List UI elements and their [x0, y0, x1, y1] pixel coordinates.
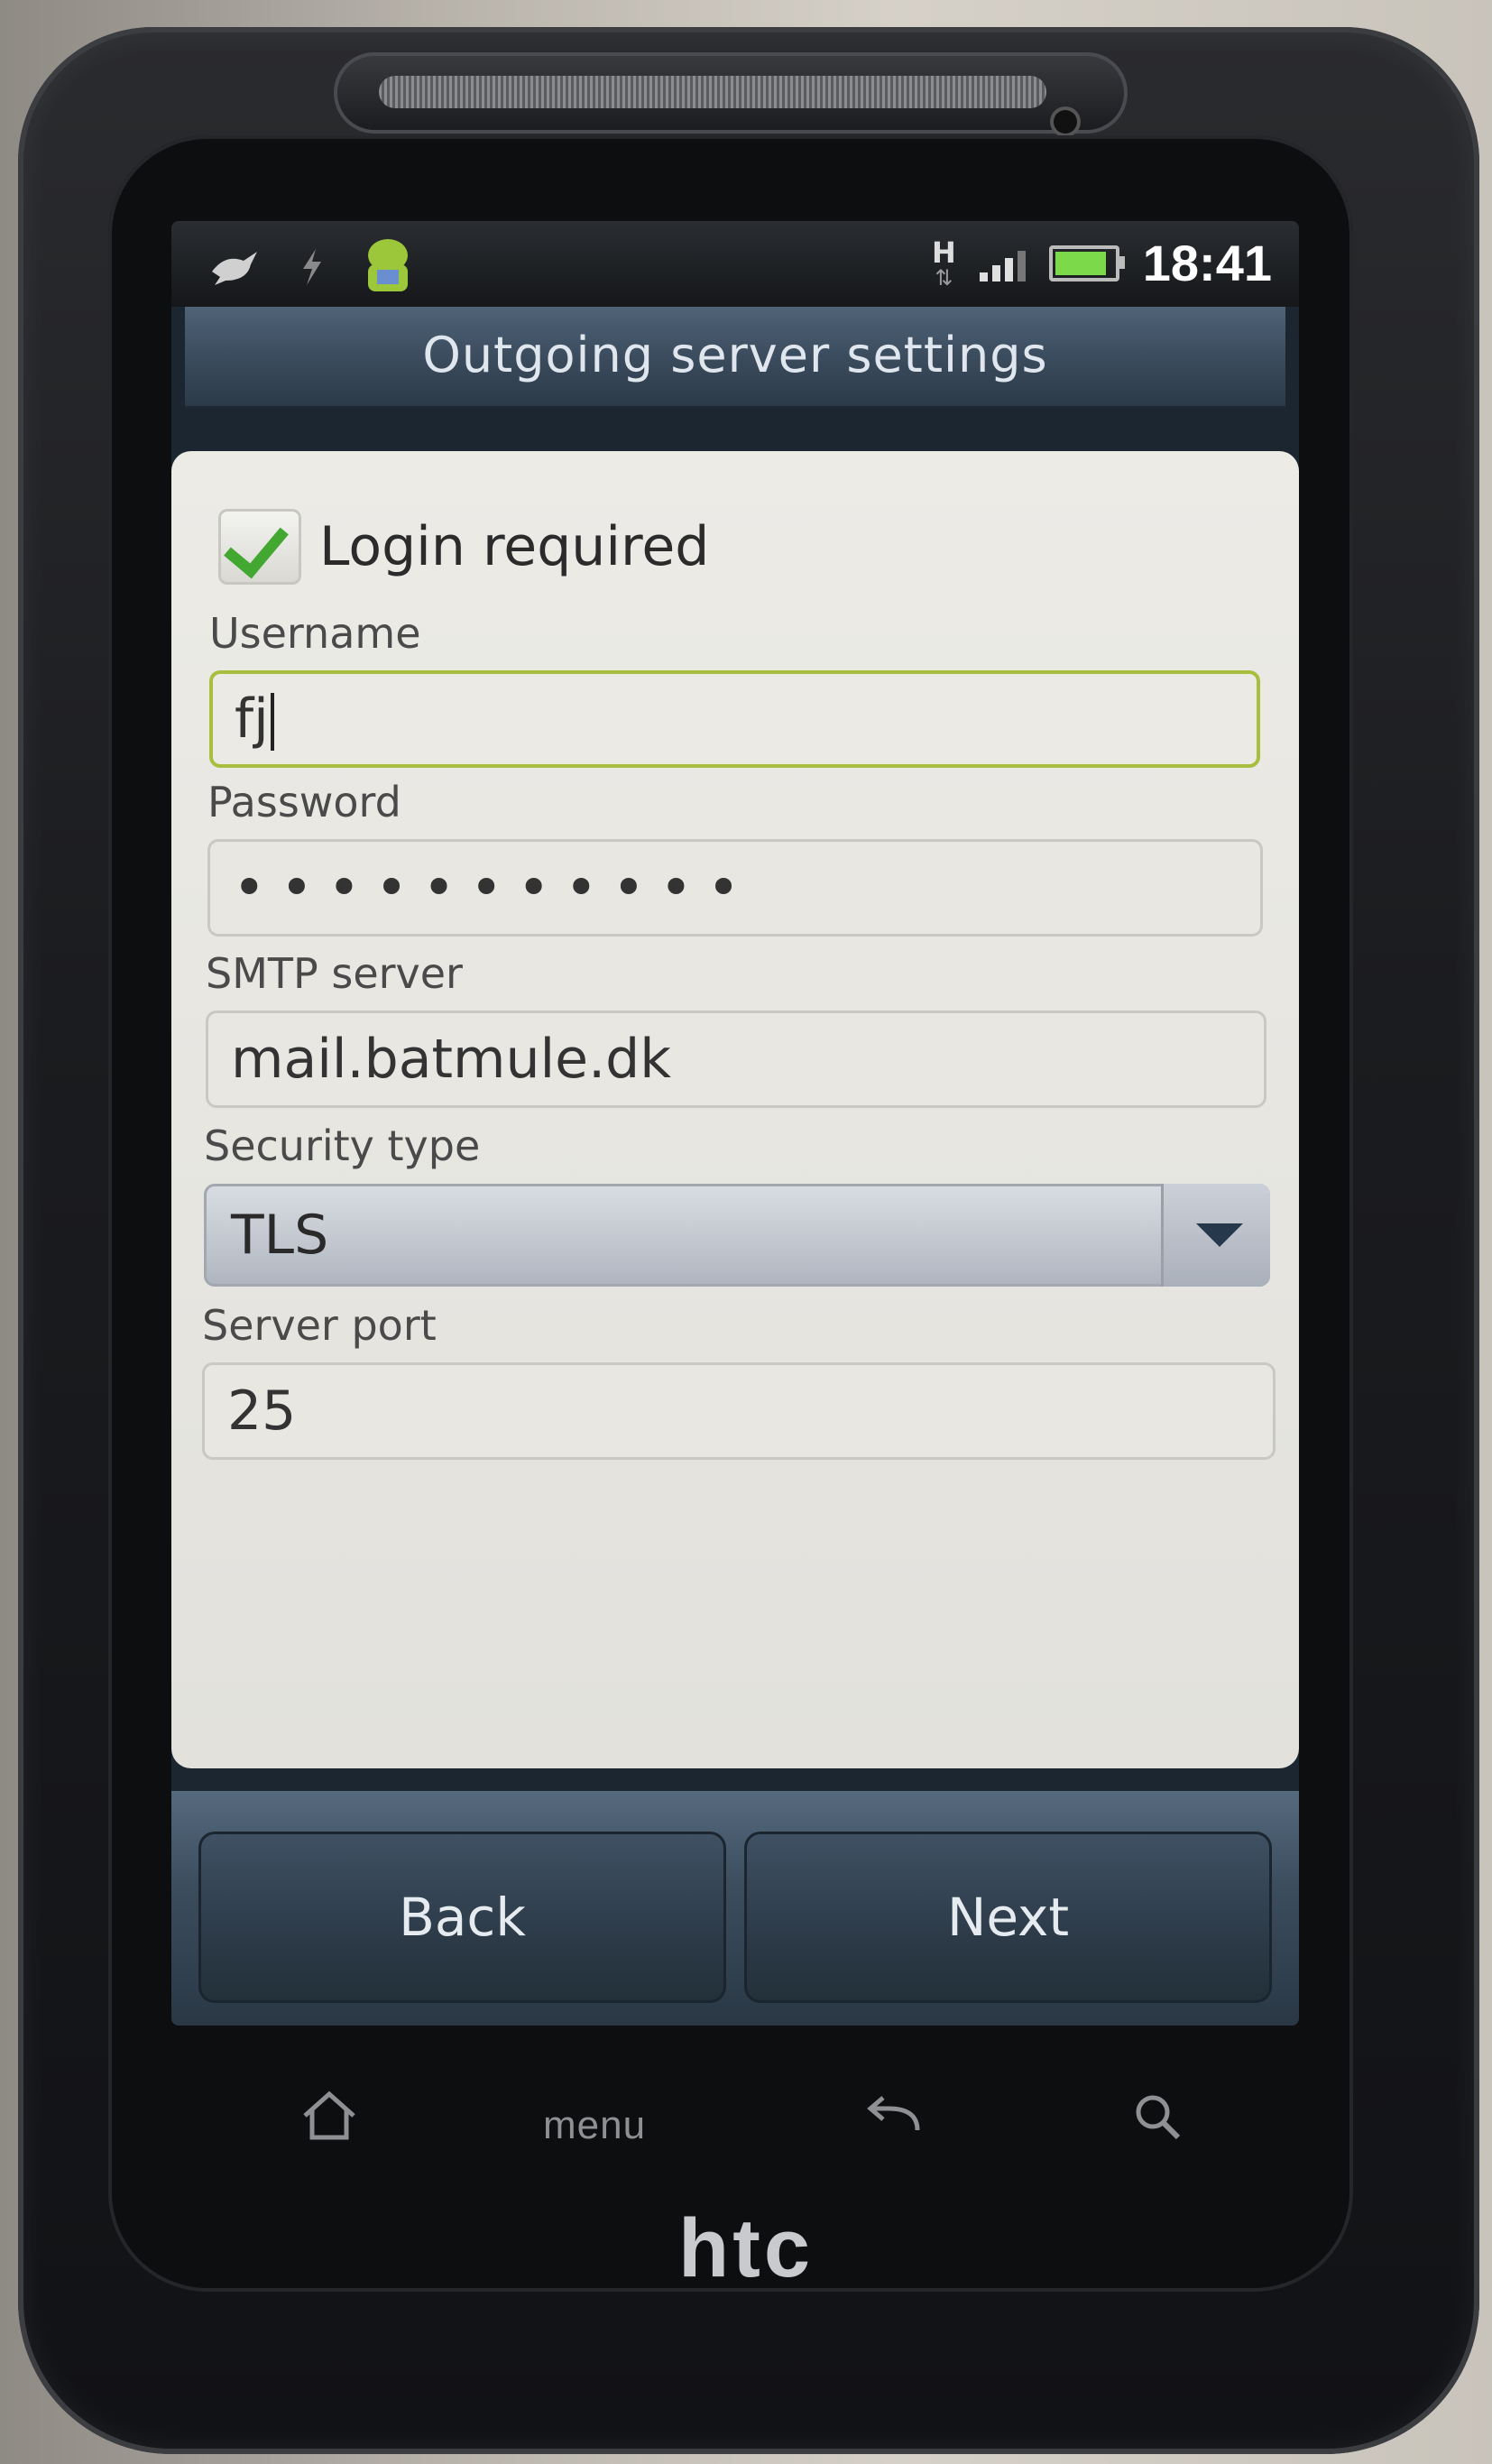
checkmark-icon [224, 511, 289, 579]
server-port-value: 25 [227, 1380, 297, 1443]
back-button-label: Back [399, 1887, 526, 1948]
username-value: fj [235, 688, 269, 751]
hardware-keys: menu [171, 2071, 1299, 2179]
bird-icon [207, 245, 262, 297]
back-icon[interactable] [861, 2089, 925, 2156]
password-label: Password [207, 778, 401, 826]
page-title: Outgoing server settings [422, 327, 1048, 383]
login-required-label: Login required [319, 515, 710, 578]
next-button[interactable]: Next [744, 1832, 1272, 2003]
menu-key[interactable]: menu [543, 2103, 646, 2148]
clock: 18:41 [1142, 235, 1272, 291]
phone-screen: H ⇅ 18:41 Outgoing server settings Login… [171, 221, 1299, 2026]
title-bar: Outgoing server settings [185, 307, 1285, 409]
status-bar: H ⇅ 18:41 [171, 221, 1299, 307]
notification-icons [207, 237, 415, 304]
server-port-field[interactable]: 25 [202, 1362, 1276, 1460]
data-arrows-icon: H ⇅ [931, 235, 956, 291]
security-type-label: Security type [204, 1121, 481, 1170]
system-icons: H ⇅ 18:41 [932, 234, 1272, 292]
usb-icon [298, 247, 325, 294]
username-label: Username [209, 609, 421, 658]
security-type-select[interactable]: TLS [204, 1184, 1270, 1287]
battery-icon [1048, 245, 1125, 281]
chevron-down-icon[interactable] [1161, 1184, 1270, 1287]
home-icon[interactable] [298, 2089, 361, 2156]
smtp-server-field[interactable]: mail.batmule.dk [206, 1011, 1266, 1108]
password-field[interactable]: ••••••••••• [207, 839, 1263, 937]
smtp-server-value: mail.batmule.dk [231, 1028, 671, 1091]
android-icon [361, 237, 415, 304]
button-bar: Back Next [171, 1791, 1299, 2026]
smtp-server-label: SMTP server [206, 949, 463, 998]
username-field[interactable]: fj [209, 670, 1260, 768]
next-button-label: Next [946, 1887, 1070, 1948]
password-value: ••••••••••• [233, 854, 755, 920]
back-button[interactable]: Back [198, 1832, 726, 2003]
login-required-checkbox[interactable] [218, 509, 301, 585]
speaker-grill [379, 76, 1046, 108]
signal-icon [979, 245, 1026, 281]
front-camera [1054, 110, 1077, 134]
network-type: H [931, 235, 956, 270]
search-icon[interactable] [1128, 2089, 1191, 2156]
settings-form: Login required Username fj Password ••••… [171, 451, 1299, 1768]
htc-logo: htc [678, 2202, 814, 2294]
server-port-label: Server port [202, 1301, 437, 1350]
login-required-row[interactable]: Login required [218, 509, 709, 585]
security-type-value: TLS [231, 1204, 329, 1267]
text-cursor [270, 693, 274, 752]
